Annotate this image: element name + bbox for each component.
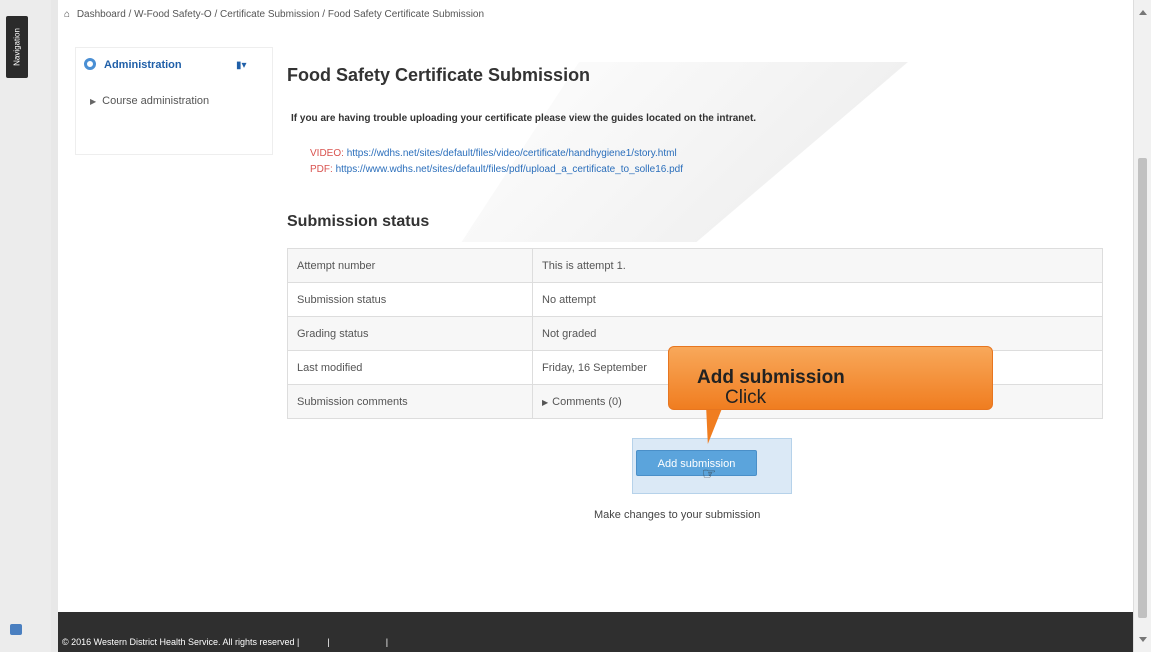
submission-status-heading: Submission status (287, 213, 430, 230)
chevron-right-icon: ▶ (90, 97, 97, 106)
table-row: Attempt number This is attempt 1. (287, 248, 1103, 283)
video-link-line: VIDEO: https://wdhs.net/sites/default/fi… (310, 148, 677, 159)
navigation-tab[interactable]: Navigation (6, 16, 28, 78)
footer-separator: | (385, 637, 389, 647)
help-notice: If you are having trouble uploading your… (291, 113, 757, 124)
sidebar-item-label: Course administration (102, 95, 210, 107)
callout-prefix: Click (725, 387, 767, 408)
main-page: Administration ▮▾ ▶ Course administration… (58, 30, 1133, 612)
administration-label: Administration (104, 59, 182, 71)
scroll-up-icon[interactable] (1139, 10, 1147, 15)
video-link[interactable]: https://wdhs.net/sites/default/files/vid… (347, 148, 677, 159)
row-key: Attempt number (287, 248, 533, 283)
chevron-right-icon: ▶ (542, 397, 549, 407)
table-row: Submission status No attempt (287, 282, 1103, 317)
administration-header[interactable]: Administration (84, 58, 182, 71)
row-value: No attempt (532, 282, 1103, 317)
navigation-drawer: Navigation (0, 0, 51, 652)
breadcrumb-text[interactable]: Dashboard / W-Food Safety-O / Certificat… (77, 9, 484, 20)
help-text: Make changes to your submission (594, 509, 761, 521)
row-value: This is attempt 1. (532, 248, 1103, 283)
row-key: Grading status (287, 316, 533, 351)
pdf-link-line: PDF: https://www.wdhs.net/sites/default/… (310, 164, 683, 175)
gear-icon (84, 58, 96, 70)
pdf-link[interactable]: https://www.wdhs.net/sites/default/files… (336, 164, 683, 175)
dock-icon[interactable] (10, 624, 22, 635)
home-icon[interactable]: ⌂ (64, 9, 70, 20)
callout-bold: Add submission (697, 367, 845, 388)
block-actions-icon[interactable]: ▮▾ (236, 60, 247, 71)
footer-separator: | (327, 637, 330, 647)
breadcrumb: ⌂ Dashboard / W-Food Safety-O / Certific… (58, 0, 1133, 30)
comments-label: Comments (0) (552, 395, 622, 408)
scroll-down-icon[interactable] (1139, 637, 1147, 642)
scrollbar[interactable] (1133, 0, 1151, 652)
video-label: VIDEO: (310, 148, 344, 159)
row-key: Last modified (287, 350, 533, 385)
scroll-thumb[interactable] (1138, 158, 1147, 618)
hand-cursor-icon: ☞ (702, 466, 717, 483)
footer-copyright: © 2016 Western District Health Service. … (62, 637, 300, 647)
administration-block: Administration ▮▾ ▶ Course administration (75, 47, 273, 155)
row-key: Submission comments (287, 384, 533, 419)
add-submission-button[interactable]: Add submission (636, 450, 757, 476)
row-key: Submission status (287, 282, 533, 317)
navigation-tab-label: Navigation (12, 28, 22, 66)
footer: © 2016 Western District Health Service. … (58, 612, 1133, 652)
sidebar-item-course-administration[interactable]: ▶ Course administration (90, 95, 209, 107)
page-title: Food Safety Certificate Submission (287, 65, 591, 85)
pdf-label: PDF: (310, 164, 333, 175)
tutorial-callout: Click Add submission (668, 346, 993, 410)
